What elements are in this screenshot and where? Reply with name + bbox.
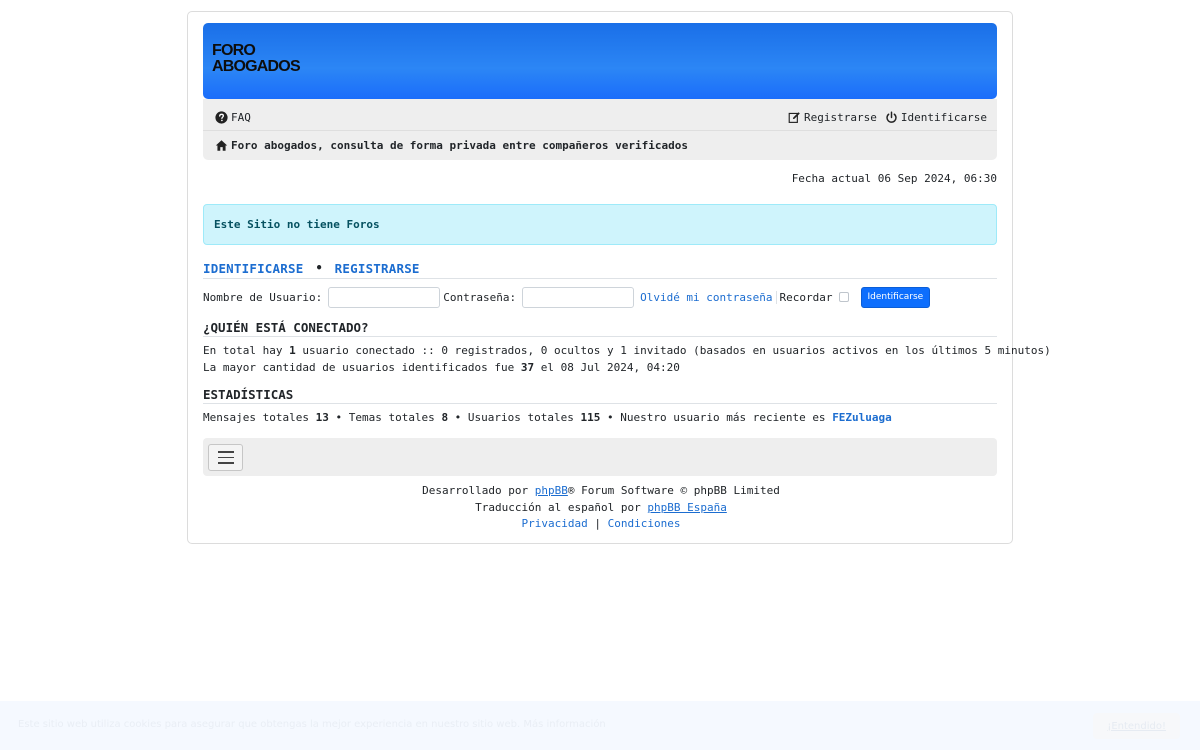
login-link[interactable]: Identificarse	[885, 111, 987, 124]
tab-login[interactable]: IDENTIFICARSE	[203, 261, 303, 276]
remember-label: Recordar	[779, 290, 833, 304]
phpbb-link[interactable]: phpBB	[535, 484, 568, 497]
forgot-password-link[interactable]: Olvidé mi contraseña	[640, 290, 777, 304]
breadcrumb: Foro abogados, consulta de forma privada…	[203, 130, 997, 160]
footer-legal: Privacidad | Condiciones	[188, 517, 1014, 530]
menu-button[interactable]	[208, 444, 243, 471]
breadcrumb-home[interactable]: Foro abogados, consulta de forma privada…	[215, 139, 688, 152]
username-input[interactable]	[328, 286, 441, 308]
stats-title: ESTADÍSTICAS	[203, 387, 997, 404]
current-date: Fecha actual 06 Sep 2024, 06:30	[791, 172, 997, 185]
logo-line-2: ABOGADOS	[212, 58, 301, 75]
cookie-accept-button[interactable]: ¡Entendido!	[1093, 713, 1180, 739]
footer-navbar	[203, 438, 997, 476]
password-input[interactable]	[522, 286, 635, 308]
online-total-suffix: usuario conectado :: 0 registrados, 0 oc…	[295, 344, 1051, 357]
login-label: Identificarse	[900, 110, 987, 124]
tab-register[interactable]: REGISTRARSE	[335, 261, 420, 276]
site-banner: FORO ABOGADOS	[203, 23, 997, 99]
newest-user-link[interactable]: FEZuluaga	[832, 411, 892, 424]
nav-row: FAQ Registrarse Identificarse	[215, 107, 987, 127]
login-header: IDENTIFICARSE • REGISTRARSE	[203, 261, 997, 279]
question-circle-icon	[215, 110, 228, 124]
site-logo[interactable]: FORO ABOGADOS	[212, 42, 301, 75]
faq-label: FAQ	[231, 110, 251, 124]
faq-link[interactable]: FAQ	[215, 111, 251, 124]
footer-translation: Traducción al español por phpBB España	[188, 501, 1014, 514]
register-label: Registrarse	[804, 110, 877, 124]
footer-powered-suffix: ® Forum Software © phpBB Limited	[567, 484, 780, 497]
stats-newest-label: • Nuestro usuario más reciente es	[600, 411, 833, 424]
cookie-bar: Este sitio web utiliza cookies para aseg…	[0, 701, 1200, 750]
footer-translation-prefix: Traducción al español por	[475, 501, 648, 514]
stats-users-label: • Usuarios totales	[448, 411, 581, 424]
stats-line: Mensajes totales 13 • Temas totales 8 • …	[203, 411, 892, 424]
register-link[interactable]: Registrarse	[788, 111, 877, 124]
power-icon	[886, 110, 897, 123]
online-total-line: En total hay 1 usuario conectado :: 0 re…	[203, 344, 1051, 357]
hamburger-icon-bar	[217, 456, 234, 459]
breadcrumb-label: Foro abogados, consulta de forma privada…	[231, 139, 688, 152]
edit-icon	[788, 111, 800, 123]
cookie-text: Este sitio web utiliza cookies para aseg…	[18, 719, 606, 730]
online-record-line: La mayor cantidad de usuarios identifica…	[203, 361, 680, 374]
logo-line-1: FORO	[212, 42, 256, 59]
online-record-prefix: La mayor cantidad de usuarios identifica…	[203, 361, 521, 374]
online-record-suffix: el 08 Jul 2024, 04:20	[534, 361, 680, 374]
footer-powered: Desarrollado por phpBB® Forum Software ©…	[188, 484, 1014, 497]
online-total-count: 1	[289, 344, 296, 357]
alert-text: Este Sitio no tiene Foros	[214, 218, 380, 231]
login-form: Nombre de Usuario: Contraseña: Olvidé mi…	[203, 286, 997, 308]
navbar: FAQ Registrarse Identificarse Foro aboga…	[203, 99, 997, 160]
online-record-count: 37	[520, 361, 535, 374]
login-submit-button[interactable]: Identificarse	[860, 286, 931, 308]
stats-users: 115	[580, 411, 601, 424]
stats-posts-label: Mensajes totales	[203, 411, 316, 424]
login-header-separator: •	[315, 261, 323, 275]
stats-topics-label: • Temas totales	[328, 411, 442, 424]
footer-powered-prefix: Desarrollado por	[422, 484, 535, 497]
terms-link[interactable]: Condiciones	[608, 517, 681, 530]
nav-right: Registrarse Identificarse	[788, 111, 987, 124]
footer-pipe: |	[594, 517, 601, 530]
page-wrap: FORO ABOGADOS FAQ Registrarse Identifica…	[187, 11, 1051, 544]
home-icon	[215, 140, 228, 151]
no-forums-alert: Este Sitio no tiene Foros	[203, 204, 997, 245]
password-label: Contraseña:	[443, 290, 517, 304]
hamburger-icon	[217, 451, 234, 453]
remember-checkbox[interactable]	[838, 292, 849, 302]
hamburger-icon-bar	[217, 462, 234, 464]
online-title: ¿QUIÉN ESTÁ CONECTADO?	[203, 320, 997, 337]
privacy-link[interactable]: Privacidad	[522, 517, 588, 530]
phpbb-espana-link[interactable]: phpBB España	[647, 501, 726, 514]
stats-posts: 13	[315, 411, 329, 424]
username-label: Nombre de Usuario:	[203, 290, 323, 304]
online-total-prefix: En total hay	[203, 344, 290, 357]
